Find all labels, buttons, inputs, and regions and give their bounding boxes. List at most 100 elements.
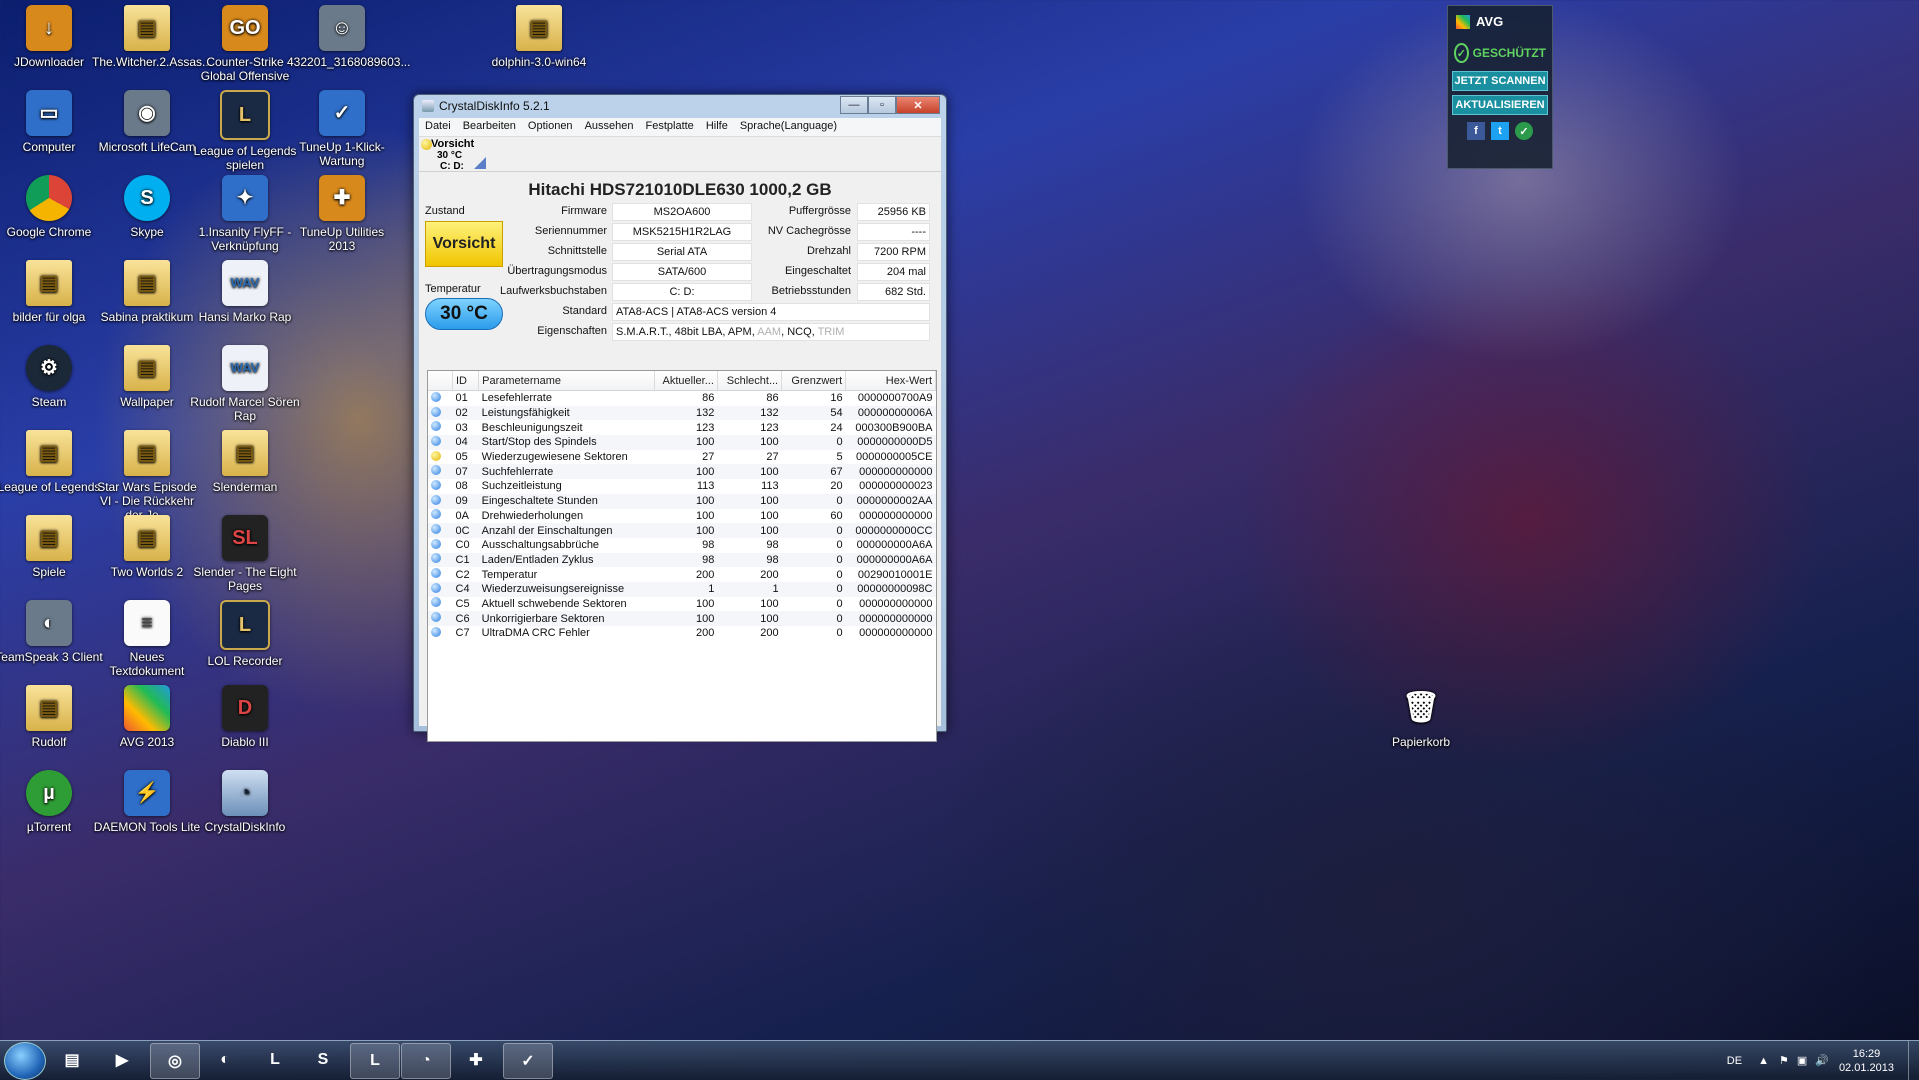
desktop-icon[interactable]: Google Chrome [0,175,104,239]
taskbar-media-player[interactable]: ▶ [98,1043,146,1077]
taskbar-teamspeak[interactable]: ◐ [201,1043,249,1077]
minimize-button[interactable]: — [840,96,868,114]
table-row[interactable]: 03 Beschleunigungszeit 123 123 24 000300B900B… [428,420,936,435]
table-row[interactable]: C2 Temperatur 200 200 0 00290010001E [428,567,936,582]
menu-item[interactable]: Aussehen [579,118,640,136]
desktop-icon[interactable]: S Skype [92,175,202,239]
desktop-icon[interactable]: ▤Star Wars Episode VI - Die Rückkehr der… [92,430,202,522]
smart-cell-raw: 00000000098C [845,581,936,597]
smart-column-header[interactable]: Parametername [478,371,655,391]
table-row[interactable]: 0A Drehwiederholungen 100 100 60 000000000000 [428,509,936,524]
smart-column-header[interactable]: Aktueller... [654,371,718,391]
desktop-icon[interactable]: ▤ League of Legends [0,430,104,494]
desktop-icon[interactable]: ✚ TuneUp Utilities 2013 [287,175,397,253]
desktop-icon[interactable]: ▤ Spiele [0,515,104,579]
desktop-icon[interactable]: ✓ TuneUp 1-Klick-Wartung [287,90,397,168]
desktop-icon[interactable]: D Diablo III [190,685,300,749]
desktop-icon[interactable]: ▤ Wallpaper [92,345,202,409]
taskbar-chrome[interactable]: ◎ [150,1043,200,1079]
table-row[interactable]: 01 Lesefehlerrate 86 86 16 0000000700A9 [428,391,936,406]
taskbar-explorer[interactable]: ▤ [48,1043,96,1077]
desktop-icon[interactable]: ▤ Slenderman [190,430,300,494]
clock[interactable]: 16:29 02.01.2013 [1839,1047,1894,1075]
desktop-icon[interactable]: ◐ TeamSpeak 3 Client [0,600,104,664]
desktop-icon[interactable]: L LOL Recorder [190,600,300,668]
desktop-icon[interactable]: ▤ dolphin-3.0-win64 [484,5,594,69]
skype-icon: S [124,175,170,221]
desktop-icon[interactable]: GO Counter-Strike Global Offensive [190,5,300,83]
show-desktop-button[interactable] [1908,1041,1919,1080]
action-center-flag-icon[interactable]: ⚑ [1779,1054,1789,1067]
table-row[interactable]: 05 Wiederzugewiesene Sektoren 27 27 5 0000000… [428,450,936,465]
twitter-icon[interactable]: t [1491,122,1509,140]
temperature-badge[interactable]: 30 °C [425,298,503,330]
desktop-icon[interactable]: ▤ bilder für olga [0,260,104,324]
desktop-icon[interactable]: ⚙ Steam [0,345,104,409]
taskbar-tuneup[interactable]: ✚ [452,1043,500,1077]
disk-selector[interactable]: Vorsicht 30 °C C: D: [419,137,941,172]
desktop-icon[interactable]: ▤ Rudolf [0,685,104,749]
table-row[interactable]: C4 Wiederzuweisungsereignisse 1 1 0 000000000… [428,581,936,597]
smart-column-header[interactable]: Hex-Wert [845,371,936,391]
start-button[interactable] [4,1042,46,1080]
taskbar-tuneup-wartung[interactable]: ✓ [503,1043,553,1079]
avg-community-icon[interactable]: ✓ [1515,122,1533,140]
taskbar-lol-launcher[interactable]: L [350,1043,400,1079]
menu-item[interactable]: Hilfe [700,118,734,136]
volume-icon[interactable]: 🔊 [1815,1054,1829,1067]
avg-update-button[interactable]: AKTUALISIEREN [1452,95,1548,115]
menu-item[interactable]: Optionen [522,118,579,136]
desktop-icon[interactable]: ▤ The.Witcher.2.Assas... [92,5,212,69]
smart-column-header[interactable]: ID [452,371,480,391]
taskbar-lol[interactable]: L [251,1043,299,1077]
table-row[interactable]: 07 Suchfehlerrate 100 100 67 000000000000 [428,464,936,480]
desktop-icon[interactable]: ▤ Two Worlds 2 [92,515,202,579]
table-row[interactable]: C7 UltraDMA CRC Fehler 200 200 0 000000000000 [428,626,936,641]
menu-item[interactable]: Sprache(Language) [734,118,843,136]
desktop-icon[interactable]: L League of Legends spielen [190,90,300,172]
menu-item[interactable]: Festplatte [640,118,700,136]
avg-scan-button[interactable]: JETZT SCANNEN [1452,71,1548,91]
table-row[interactable]: 09 Eingeschaltete Stunden 100 100 0 000000000… [428,493,936,509]
smart-column-header[interactable]: Schlecht... [717,371,783,391]
facebook-icon[interactable]: f [1467,122,1485,140]
smart-column-header[interactable] [428,371,453,391]
network-icon[interactable]: ▣ [1797,1054,1807,1067]
table-row[interactable]: C5 Aktuell schwebende Sektoren 100 100 0 0000… [428,597,936,612]
table-row[interactable]: C6 Unkorrigierbare Sektoren 100 100 0 0000000… [428,611,936,626]
menubar: Datei Bearbeiten Optionen Aussehen Festplatt… [419,118,941,137]
desktop-icon[interactable]: ◉ Microsoft LifeCam [92,90,202,154]
smart-column-header[interactable]: Grenzwert [781,371,847,391]
taskbar-skype[interactable]: S [299,1043,347,1077]
table-row[interactable]: 0C Anzahl der Einschaltungen 100 100 0 000000… [428,523,936,538]
table-row[interactable]: 08 Suchzeitleistung 113 113 20 000000000023 [428,479,936,494]
taskbar-crystaldiskinfo[interactable]: ◔ [401,1043,451,1079]
desktop-icon[interactable]: ▤ Sabina praktikum [92,260,202,324]
desktop-icon[interactable]: ◔ CrystalDiskInfo [190,770,300,834]
desktop-icon[interactable]: ☺ 432201_3168089603... [287,5,410,69]
table-row[interactable]: C0 Ausschaltungsabbrüche 98 98 0 000000000A6A [428,538,936,553]
language-indicator[interactable]: DE [1727,1055,1742,1067]
desktop-icon[interactable]: SL Slender - The Eight Pages [190,515,300,593]
health-status-badge[interactable]: Vorsicht [425,221,503,267]
desktop-icon[interactable]: ≡ Neues Textdokument [92,600,202,678]
desktop-icon[interactable]: ⚡ DAEMON Tools Lite [92,770,202,834]
desktop-icon[interactable]: ✦ 1.Insanity FlyFF - Verknüpfung [190,175,300,253]
desktop-icon[interactable]: AVG 2013 [92,685,202,749]
menu-item[interactable]: Bearbeiten [457,118,522,136]
desktop-icon[interactable]: WAV Rudolf Marcel Sören Rap [190,345,300,423]
table-row[interactable]: 04 Start/Stop des Spindels 100 100 0 00000000… [428,435,936,450]
table-row[interactable]: 02 Leistungsfähigkeit 132 132 54 00000000006A [428,405,936,421]
show-hidden-icons-icon[interactable]: ▲ [1758,1055,1769,1067]
desktop-icon[interactable]: 🗑 Papierkorb [1366,685,1476,750]
desktop-icon[interactable]: WAV Hansi Marko Rap [190,260,300,324]
menu-item[interactable]: Datei [419,118,457,136]
desktop-icon[interactable]: µ µTorrent [0,770,104,834]
desktop-icon-label: Rudolf Marcel Sören Rap [190,395,300,423]
maximize-button[interactable]: ▫ [868,96,896,114]
desktop-icon[interactable]: ▭ Computer [0,90,104,154]
desktop-icon[interactable]: ↓ JDownloader [0,5,104,69]
close-button[interactable]: ✕ [896,96,940,114]
table-row[interactable]: C1 Laden/Entladen Zyklus 98 98 0 000000000A6A [428,552,936,568]
smart-attribute-list[interactable]: ID Parametername Aktueller... Schlecht... Gr… [427,370,937,742]
